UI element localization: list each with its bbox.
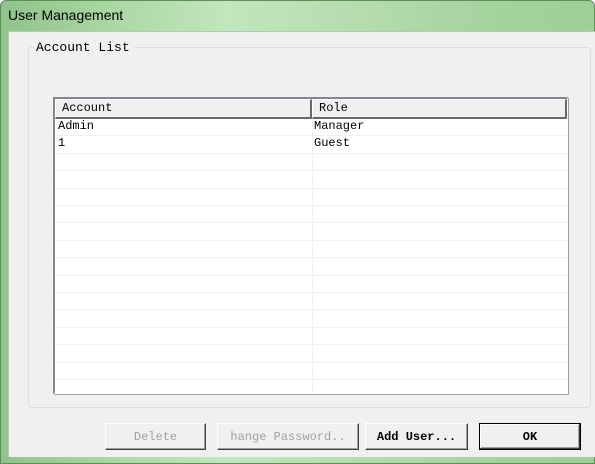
title-bar[interactable]: User Management bbox=[1, 1, 594, 31]
table-row[interactable]: 1 Guest bbox=[55, 136, 567, 154]
window-title: User Management bbox=[8, 7, 124, 23]
empty-row bbox=[55, 276, 567, 293]
add-user-button[interactable]: Add User... bbox=[365, 423, 468, 450]
listview-body: Admin Manager 1 Guest bbox=[55, 119, 567, 393]
empty-row bbox=[55, 345, 567, 363]
user-management-window: User Management Account List Account Rol… bbox=[0, 0, 595, 464]
ok-button[interactable]: OK bbox=[479, 423, 581, 450]
empty-row bbox=[55, 171, 567, 189]
empty-row bbox=[55, 363, 567, 380]
column-separator bbox=[312, 119, 313, 393]
empty-row bbox=[55, 241, 567, 259]
account-cell: Admin bbox=[58, 119, 95, 133]
listview-header: Account Role bbox=[55, 99, 567, 119]
account-listview[interactable]: Account Role Admin Manager 1 Guest bbox=[53, 97, 568, 394]
account-cell: 1 bbox=[58, 136, 66, 151]
table-row[interactable]: Admin Manager bbox=[55, 119, 567, 137]
role-cell: Guest bbox=[314, 136, 351, 151]
empty-row bbox=[55, 154, 567, 172]
role-cell: Manager bbox=[314, 119, 365, 133]
empty-row bbox=[55, 223, 567, 241]
empty-row bbox=[55, 328, 567, 346]
empty-row bbox=[55, 206, 567, 224]
empty-row bbox=[55, 189, 567, 206]
column-header-role[interactable]: Role bbox=[312, 99, 567, 119]
column-header-account[interactable]: Account bbox=[55, 99, 312, 119]
empty-row bbox=[55, 310, 567, 328]
change-password-button[interactable]: hange Password.. bbox=[217, 423, 359, 450]
empty-row bbox=[55, 258, 567, 276]
delete-button[interactable]: Delete bbox=[105, 423, 206, 450]
empty-row bbox=[55, 293, 567, 311]
account-list-group-label: Account List bbox=[34, 40, 134, 55]
